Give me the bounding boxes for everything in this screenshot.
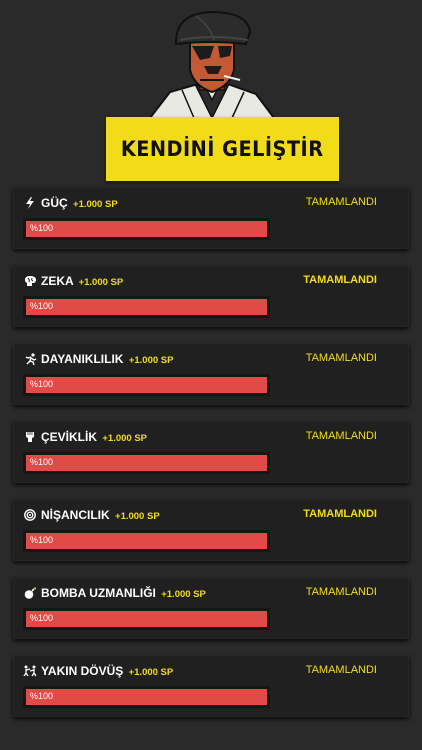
progress-bar: %100 — [23, 530, 270, 552]
progress-bar: %100 — [23, 374, 270, 396]
progress-bar: %100 — [23, 686, 270, 708]
progress-bar: %100 — [23, 296, 270, 318]
skill-card-ceviklik[interactable]: ÇEVİKLİK +1.000 SP TAMAMLANDI %100 — [13, 421, 409, 483]
skill-sp: +1.000 SP — [73, 199, 118, 210]
skill-card-yakin-dovus[interactable]: YAKIN DÖVÜŞ +1.000 SP TAMAMLANDI %100 — [13, 655, 409, 717]
skill-sp: +1.000 SP — [78, 277, 124, 288]
skill-name: NİŞANCILIK — [41, 508, 110, 522]
target-icon — [23, 508, 37, 522]
skill-card-zeka[interactable]: ZEKA +1.000 SP TAMAMLANDI %100 — [13, 265, 409, 327]
progress-label: %100 — [30, 457, 54, 467]
skill-card-dayaniklilik[interactable]: DAYANIKLILIK +1.000 SP TAMAMLANDI %100 — [13, 343, 409, 405]
skill-name: ÇEVİKLİK — [41, 430, 98, 444]
progress-fill — [26, 455, 267, 471]
skill-sp: +1.000 SP — [102, 433, 147, 444]
progress-label: %100 — [30, 613, 54, 623]
skill-status: TAMAMLANDI — [305, 196, 377, 208]
skill-name: YAKIN DÖVÜŞ — [41, 664, 124, 678]
skill-status: TAMAMLANDI — [305, 664, 377, 676]
progress-fill — [26, 299, 267, 315]
progress-fill — [26, 221, 267, 237]
progress-label: %100 — [30, 691, 54, 701]
running-icon — [23, 352, 37, 366]
skill-status: TAMAMLANDI — [303, 508, 377, 520]
progress-label: %100 — [30, 301, 54, 311]
skill-name: ZEKA — [41, 274, 74, 288]
progress-fill — [26, 689, 267, 705]
progress-fill — [26, 533, 267, 549]
progress-bar: %100 — [23, 218, 270, 240]
skill-status: TAMAMLANDI — [303, 274, 377, 286]
lightning-icon — [23, 196, 37, 210]
skill-card-nisancilik[interactable]: NİŞANCILIK +1.000 SP TAMAMLANDI %100 — [13, 499, 409, 561]
skill-sp: +1.000 SP — [128, 355, 174, 366]
progress-bar: %100 — [23, 608, 270, 630]
progress-label: %100 — [30, 535, 54, 545]
fighters-icon — [23, 664, 37, 678]
skill-name: BOMBA UZMANLIĞI — [41, 586, 156, 600]
progress-label: %100 — [30, 223, 54, 233]
page-title: KENDİNİ GELİŞTİR — [121, 137, 324, 161]
progress-label: %100 — [30, 379, 54, 389]
skill-sp: +1.000 SP — [161, 589, 206, 600]
skill-sp: +1.000 SP — [128, 667, 174, 678]
skill-card-bomba-uzmanligi[interactable]: BOMBA UZMANLIĞI +1.000 SP TAMAMLANDI %10… — [13, 577, 409, 639]
bomb-icon — [23, 586, 37, 600]
page-title-banner: KENDİNİ GELİŞTİR — [106, 117, 339, 181]
progress-fill — [26, 377, 267, 393]
skill-name: DAYANIKLILIK — [41, 352, 124, 366]
skill-sp: +1.000 SP — [115, 511, 160, 522]
skill-status: TAMAMLANDI — [305, 352, 377, 364]
fist-icon — [23, 430, 37, 444]
skill-status: TAMAMLANDI — [305, 586, 377, 598]
skill-card-guc[interactable]: GÜÇ +1.000 SP TAMAMLANDI %100 — [13, 187, 409, 249]
skill-status: TAMAMLANDI — [305, 430, 377, 442]
skill-name: GÜÇ — [41, 196, 68, 210]
progress-fill — [26, 611, 267, 627]
brain-icon — [23, 274, 37, 288]
progress-bar: %100 — [23, 452, 270, 474]
